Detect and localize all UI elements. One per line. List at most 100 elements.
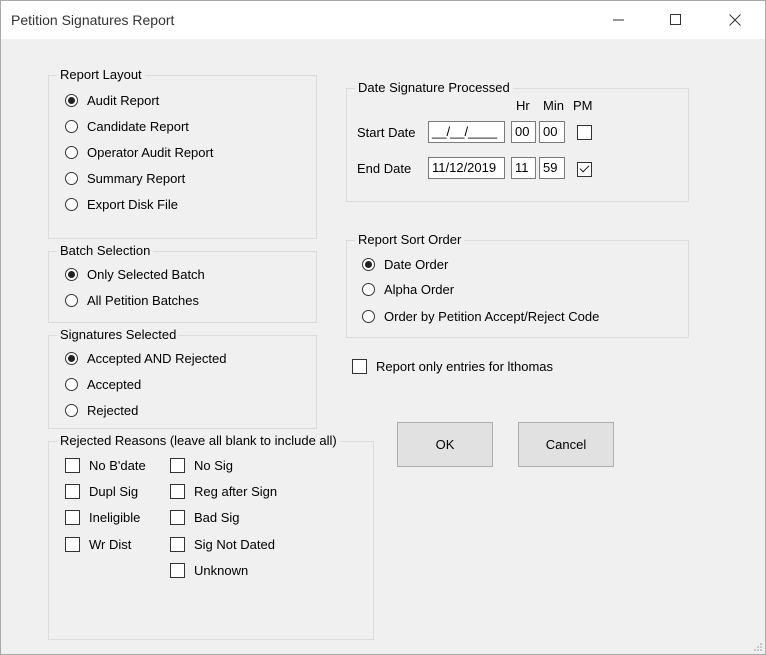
- checkbox-icon: [65, 457, 80, 473]
- signatures-selected-title: Signatures Selected: [57, 327, 180, 343]
- radio-label: Summary Report: [87, 170, 186, 186]
- date-processed-title: Date Signature Processed: [355, 80, 513, 96]
- min-label: Min: [543, 98, 564, 113]
- radio-label: Accepted: [87, 376, 142, 392]
- radio-label: Rejected: [87, 402, 139, 418]
- check-label: No Sig: [194, 457, 234, 473]
- check-wr-dist[interactable]: Wr Dist: [65, 535, 131, 553]
- check-label: Unknown: [194, 562, 249, 578]
- minimize-icon: [613, 19, 624, 21]
- check-ineligible[interactable]: Ineligible: [65, 508, 140, 526]
- radio-unselected-icon: [362, 282, 375, 296]
- checkbox-icon: [170, 483, 185, 499]
- checkbox-icon: [352, 358, 367, 374]
- radio-label: All Petition Batches: [87, 292, 200, 308]
- end-pm-checkbox[interactable]: [577, 160, 601, 178]
- radio-unselected-icon: [65, 197, 78, 211]
- radio-all-petition-batches[interactable]: All Petition Batches: [65, 291, 199, 309]
- check-dupl-sig[interactable]: Dupl Sig: [65, 482, 138, 500]
- checkmark-icon: [577, 161, 592, 177]
- radio-export-disk-file[interactable]: Export Disk File: [65, 195, 178, 213]
- close-icon: [729, 14, 741, 26]
- check-label: Dupl Sig: [89, 483, 139, 499]
- checkbox-icon: [65, 536, 80, 552]
- radio-summary-report[interactable]: Summary Report: [65, 169, 185, 187]
- ok-button[interactable]: OK: [397, 422, 493, 467]
- radio-label: Only Selected Batch: [87, 266, 205, 282]
- radio-label: Audit Report: [87, 92, 160, 108]
- radio-accepted[interactable]: Accepted: [65, 375, 141, 393]
- cancel-button[interactable]: Cancel: [518, 422, 614, 467]
- sort-order-title: Report Sort Order: [355, 232, 465, 248]
- radio-alpha-order[interactable]: Alpha Order: [362, 280, 454, 298]
- checkbox-icon: [65, 483, 80, 499]
- checkbox-icon: [65, 509, 80, 525]
- batch-selection-group: Batch Selection: [48, 243, 317, 323]
- close-button[interactable]: [712, 1, 758, 39]
- radio-unselected-icon: [65, 403, 78, 417]
- report-layout-title: Report Layout: [57, 67, 145, 83]
- radio-label: Export Disk File: [87, 196, 179, 212]
- start-hr-field[interactable]: 00: [511, 121, 536, 143]
- check-label: Bad Sig: [194, 509, 240, 525]
- check-label: Sig Not Dated: [194, 536, 275, 552]
- radio-unselected-icon: [65, 377, 78, 391]
- start-date-field[interactable]: __/__/____: [428, 121, 505, 143]
- maximize-icon: [670, 14, 681, 25]
- radio-selected-icon: [362, 257, 375, 271]
- maximize-button[interactable]: [653, 1, 699, 39]
- radio-label: Accepted AND Rejected: [87, 350, 227, 366]
- rejected-reasons-title: Rejected Reasons (leave all blank to inc…: [57, 433, 340, 449]
- checkbox-icon: [170, 562, 185, 578]
- radio-accept-reject-code[interactable]: Order by Petition Accept/Reject Code: [362, 307, 599, 325]
- radio-audit-report[interactable]: Audit Report: [65, 91, 159, 109]
- check-sig-not-dated[interactable]: Sig Not Dated: [170, 535, 275, 553]
- end-date-label: End Date: [357, 161, 412, 176]
- check-bad-sig[interactable]: Bad Sig: [170, 508, 240, 526]
- radio-only-selected-batch[interactable]: Only Selected Batch: [65, 265, 205, 283]
- start-min-field[interactable]: 00: [539, 121, 565, 143]
- report-dialog: Petition Signatures Report Report Layout…: [0, 0, 766, 655]
- title-bar: Petition Signatures Report: [1, 1, 765, 39]
- end-min-field[interactable]: 59: [539, 157, 565, 179]
- resize-grip-icon[interactable]: [752, 641, 763, 652]
- radio-label: Date Order: [384, 256, 449, 272]
- window-title: Petition Signatures Report: [11, 12, 175, 28]
- radio-unselected-icon: [65, 293, 78, 307]
- checkbox-icon: [170, 536, 185, 552]
- radio-date-order[interactable]: Date Order: [362, 255, 448, 273]
- radio-accepted-and-rejected[interactable]: Accepted AND Rejected: [65, 349, 226, 367]
- radio-selected-icon: [65, 267, 78, 281]
- radio-unselected-icon: [65, 119, 78, 133]
- batch-selection-title: Batch Selection: [57, 243, 154, 259]
- start-date-label: Start Date: [357, 125, 416, 140]
- end-hr-field[interactable]: 11: [511, 157, 536, 179]
- start-pm-checkbox[interactable]: [577, 123, 601, 141]
- minimize-button[interactable]: [596, 1, 642, 39]
- end-date-field[interactable]: 11/12/2019: [428, 157, 505, 179]
- pm-label: PM: [573, 98, 593, 113]
- radio-label: Order by Petition Accept/Reject Code: [384, 308, 600, 324]
- radio-selected-icon: [65, 93, 78, 107]
- check-reg-after-sign[interactable]: Reg after Sign: [170, 482, 277, 500]
- check-unknown[interactable]: Unknown: [170, 561, 248, 579]
- radio-unselected-icon: [65, 145, 78, 159]
- check-no-sig[interactable]: No Sig: [170, 456, 233, 474]
- checkbox-icon: [170, 509, 185, 525]
- radio-candidate-report[interactable]: Candidate Report: [65, 117, 189, 135]
- check-no-bdate[interactable]: No B'date: [65, 456, 146, 474]
- check-report-only-entries[interactable]: Report only entries for lthomas: [352, 357, 553, 375]
- checkbox-icon: [170, 457, 185, 473]
- check-label: No B'date: [89, 457, 146, 473]
- radio-label: Operator Audit Report: [87, 144, 214, 160]
- radio-operator-audit-report[interactable]: Operator Audit Report: [65, 143, 213, 161]
- check-label: Wr Dist: [89, 536, 132, 552]
- hr-label: Hr: [516, 98, 530, 113]
- checkbox-icon: [577, 124, 592, 140]
- radio-selected-icon: [65, 351, 78, 365]
- check-label: Report only entries for lthomas: [376, 358, 554, 374]
- radio-rejected[interactable]: Rejected: [65, 401, 138, 419]
- radio-label: Candidate Report: [87, 118, 189, 134]
- check-label: Ineligible: [89, 509, 141, 525]
- radio-unselected-icon: [362, 309, 375, 323]
